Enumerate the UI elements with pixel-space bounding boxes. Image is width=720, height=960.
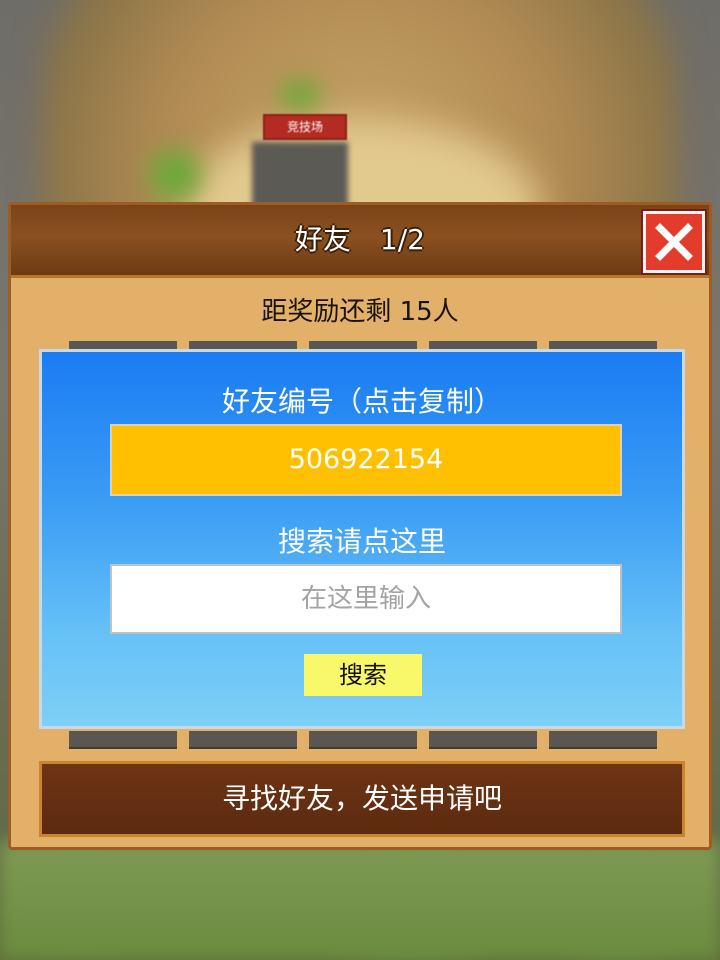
search-input[interactable] [110,564,622,634]
dialog-title: 好友 1/2 [11,205,709,275]
close-button[interactable] [643,211,705,273]
friend-slot [429,731,537,749]
friend-id-panel: 好友编号（点击复制） 506922154 搜索请点这里 搜索 [39,349,685,729]
friend-id-label: 好友编号（点击复制） [221,385,502,418]
friend-id-copy-button[interactable]: 506922154 [110,424,622,496]
friend-slot [69,731,177,749]
title-bar: 好友 1/2 [11,205,709,278]
search-button[interactable]: 搜索 [304,654,422,696]
arena-sign[interactable]: 竞技场 [263,114,347,140]
friend-slot [549,731,657,749]
title-label: 好友 [295,223,352,256]
close-icon [655,223,693,261]
friends-dialog: 好友 1/2 距奖励还剩 15人 好友编号（点击复制） 506922154 搜索… [8,202,712,850]
search-label: 搜索请点这里 [277,525,446,558]
friend-slot [189,731,297,749]
friend-slot [309,731,417,749]
page-indicator: 1/2 [379,223,425,256]
find-friends-button[interactable]: 寻找好友，发送申请吧 [39,761,685,837]
reward-progress-text: 距奖励还剩 15人 [261,297,459,327]
